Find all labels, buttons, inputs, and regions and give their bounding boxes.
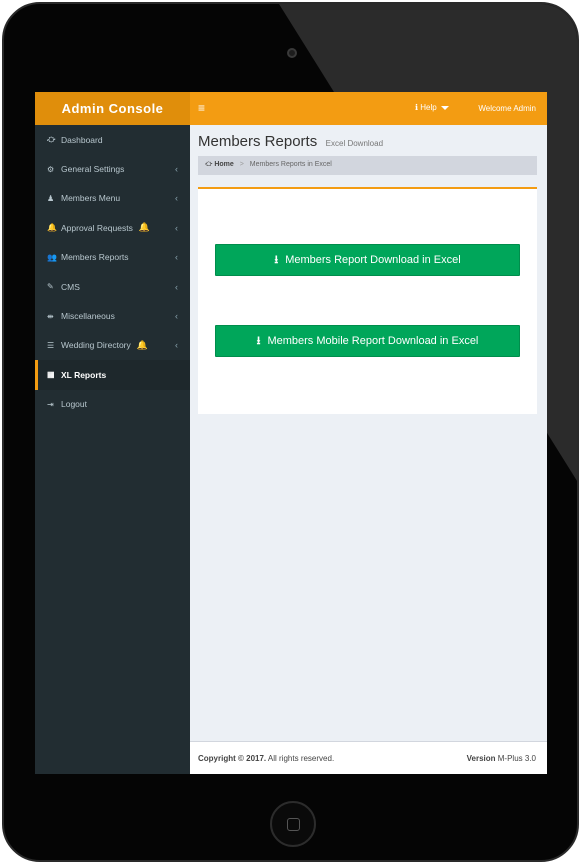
cogs-icon: ⚙	[47, 164, 55, 174]
sidebar-item-members-menu[interactable]: ♟ Members Menu ‹	[35, 184, 190, 213]
logout-icon: ⇥	[47, 399, 54, 409]
sidebar-item-xl-reports[interactable]: ▦ XL Reports	[35, 360, 190, 390]
sidebar-item-logout[interactable]: ⇥ Logout	[35, 390, 190, 419]
button-label: Members Mobile Report Download in Excel	[267, 335, 479, 347]
users-icon: 👥	[47, 252, 57, 262]
edit-icon: ✎	[47, 282, 54, 292]
footer: Copyright © 2017. All rights reserved. V…	[190, 741, 547, 774]
sidebar-item-general-settings[interactable]: ⚙ General Settings ‹	[35, 154, 190, 183]
sidebar-item-dashboard[interactable]: ⛮ Dashboard	[35, 125, 190, 154]
dashboard-icon: ⛮	[205, 161, 213, 168]
breadcrumb: ⛮ Home > Members Reports in Excel	[198, 156, 537, 175]
bell-icon: 🔔	[136, 339, 148, 350]
members-mobile-report-download-button[interactable]: ⭳ Members Mobile Report Download in Exce…	[215, 325, 520, 357]
breadcrumb-home[interactable]: Home	[214, 161, 233, 168]
chevron-left-icon[interactable]: ‹	[175, 164, 178, 174]
chevron-left-icon[interactable]: ‹	[175, 311, 178, 321]
page-subtitle: Excel Download	[325, 139, 384, 148]
sidebar-item-approval-requests[interactable]: 🔔 Approval Requests 🔔 ‹	[35, 213, 190, 242]
version: Version M-Plus 3.0	[467, 754, 536, 763]
sidebar-item-label: Members Reports	[61, 252, 129, 263]
content-wrapper: Members Reports Excel Download ⛮ Home > …	[190, 125, 547, 741]
chevron-left-icon[interactable]: ‹	[175, 252, 178, 262]
chevron-left-icon[interactable]: ‹	[175, 223, 178, 233]
help-menu[interactable]: ℹ Help	[415, 103, 449, 112]
home-square-icon	[287, 818, 300, 831]
download-box: ⭳ Members Report Download in Excel ⭳ Mem…	[198, 187, 537, 414]
sidebar: ⛮ Dashboard ⚙ General Settings ‹ ♟ Members Men…	[35, 125, 190, 774]
bell-icon: 🔔	[47, 223, 57, 233]
info-icon: ℹ	[415, 103, 419, 112]
version-label: Version	[466, 754, 496, 763]
sidebar-item-miscellaneous[interactable]: ⇼ Miscellaneous ‹	[35, 301, 190, 330]
camera-icon	[287, 48, 297, 58]
bell-icon: 🔔	[138, 222, 151, 233]
app-logo[interactable]: Admin Console	[35, 92, 190, 125]
sidebar-item-label: Wedding Directory	[61, 340, 131, 351]
members-report-download-button[interactable]: ⭳ Members Report Download in Excel	[215, 244, 520, 276]
home-button[interactable]	[270, 801, 316, 847]
help-label: Help	[420, 103, 437, 112]
chevron-left-icon[interactable]: ‹	[175, 193, 178, 203]
app-screen: Admin Console ≡ ℹ Help Welcome Admin ⛮ Da…	[35, 92, 547, 774]
breadcrumb-separator: >	[239, 161, 244, 168]
sidebar-item-label: Dashboard	[61, 134, 103, 145]
page-header: Members Reports Excel Download	[198, 133, 383, 151]
signpost-icon: ⇼	[47, 311, 54, 321]
sidebar-item-cms[interactable]: ✎ CMS ‹	[35, 272, 190, 301]
sidebar-item-label: CMS	[61, 281, 80, 292]
top-navbar: Admin Console ≡ ℹ Help Welcome Admin	[35, 92, 547, 125]
download-icon: ⭳	[274, 253, 279, 266]
sidebar-item-label: Miscellaneous	[61, 311, 115, 322]
sidebar-toggle-icon[interactable]: ≡	[198, 101, 205, 115]
welcome-user[interactable]: Welcome Admin	[478, 104, 536, 113]
button-label: Members Report Download in Excel	[285, 254, 461, 266]
sidebar-item-label: General Settings	[61, 164, 125, 175]
copyright: Copyright © 2017. All rights reserved.	[198, 754, 334, 763]
sidebar-item-label: Logout	[61, 399, 87, 410]
copyright-bold: Copyright © 2017.	[198, 754, 267, 763]
caret-down-icon	[440, 105, 449, 110]
chevron-left-icon[interactable]: ‹	[175, 282, 178, 292]
page-title: Members Reports	[198, 133, 318, 150]
version-value: M-Plus 3.0	[495, 754, 536, 763]
dashboard-icon: ⛮	[47, 134, 56, 144]
sidebar-item-label: Approval Requests	[61, 222, 133, 233]
list-icon: ☰	[47, 340, 55, 350]
sidebar-item-label: XL Reports	[61, 369, 107, 380]
copyright-rest: All rights reserved.	[266, 754, 335, 763]
sidebar-item-wedding-directory[interactable]: ☰ Wedding Directory 🔔 ‹	[35, 331, 190, 360]
excel-icon: ▦	[47, 370, 55, 380]
chevron-left-icon[interactable]: ‹	[175, 340, 178, 350]
breadcrumb-current: Members Reports in Excel	[249, 161, 332, 168]
download-icon: ⭳	[256, 334, 261, 347]
user-icon: ♟	[47, 193, 55, 203]
sidebar-item-members-reports[interactable]: 👥 Members Reports ‹	[35, 243, 190, 272]
sidebar-item-label: Members Menu	[61, 193, 121, 204]
